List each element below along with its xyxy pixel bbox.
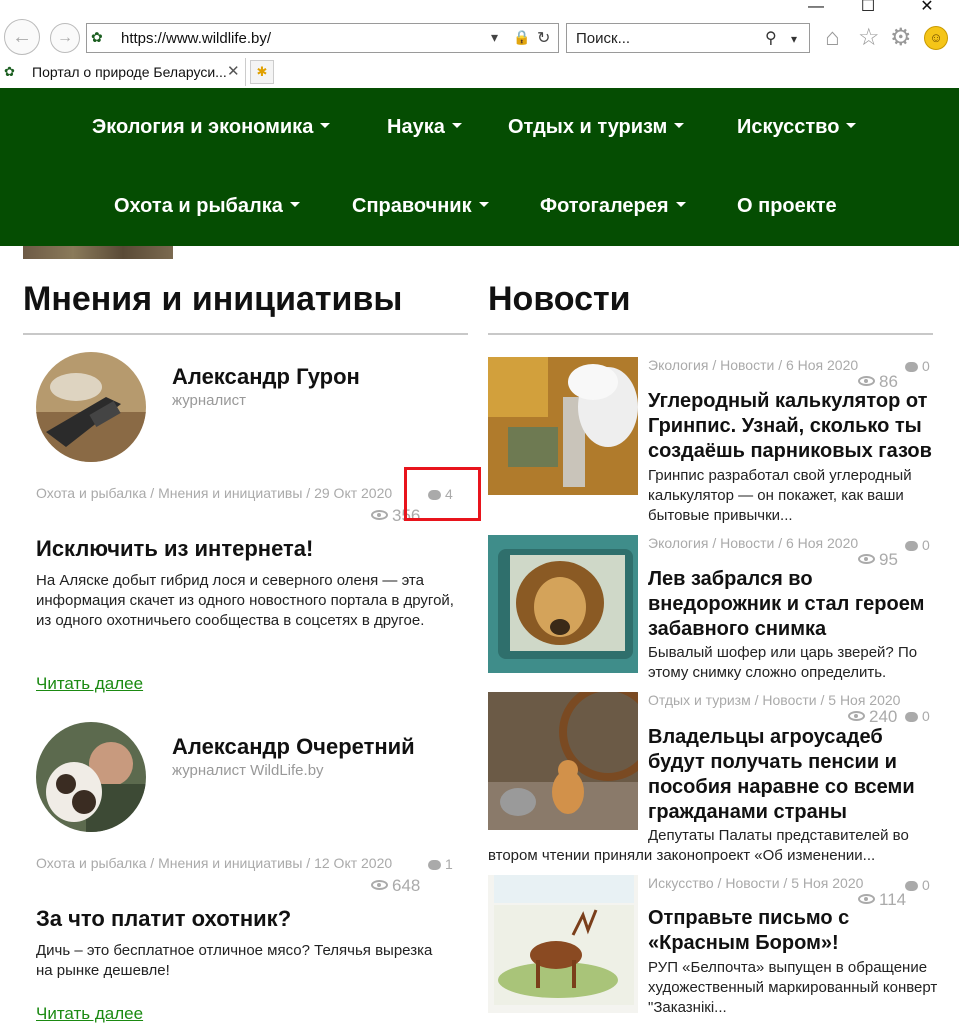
close-window-button[interactable]: ✕ xyxy=(907,0,947,16)
author-name[interactable]: Александр Очеретний xyxy=(172,734,415,760)
site-paw-icon: ✿ xyxy=(91,29,103,45)
menu-item-about[interactable]: О проекте xyxy=(737,195,837,218)
back-button[interactable]: ← xyxy=(4,19,40,55)
new-tab-button[interactable]: ✱ xyxy=(250,60,274,84)
comment-icon xyxy=(905,362,918,372)
view-count: 648 xyxy=(371,876,420,896)
avatar[interactable] xyxy=(36,722,146,832)
comment-count[interactable]: 0 xyxy=(905,877,930,893)
comment-count[interactable]: 0 xyxy=(905,537,930,553)
gear-icon[interactable]: ⚙ xyxy=(890,25,912,51)
menu-item-art[interactable]: Искусство xyxy=(737,116,857,139)
news-meta[interactable]: Отдых и туризм / Новости / 5 Ноя 2020 xyxy=(648,692,900,708)
eye-icon xyxy=(858,554,875,564)
author-name[interactable]: Александр Гурон xyxy=(172,364,360,390)
home-icon[interactable]: ⌂ xyxy=(825,25,840,51)
menu-item-hunting[interactable]: Охота и рыбалка xyxy=(114,195,300,218)
caret-down-icon xyxy=(289,202,300,208)
read-more-link[interactable]: Читать далее xyxy=(36,1004,143,1024)
caret-down-icon xyxy=(675,202,686,208)
eye-icon xyxy=(858,894,875,904)
opinions-divider xyxy=(23,333,468,335)
post-title[interactable]: Исключить из интернета! xyxy=(36,536,313,562)
opinions-title: Мнения и инициативы xyxy=(23,280,403,318)
caret-down-icon xyxy=(674,123,685,129)
highlight-box xyxy=(404,467,481,521)
arrow-right-icon: → xyxy=(57,29,73,46)
post-excerpt: На Аляске добыт гибрид лося и северного … xyxy=(36,572,454,629)
browser-toolbar: — ☐ ✕ ← → ✿ https://www.wildlife.by/ ▾ 🔒… xyxy=(0,0,959,60)
comment-icon xyxy=(905,541,918,551)
address-bar[interactable]: ✿ https://www.wildlife.by/ ▾ 🔒 ↻ xyxy=(86,23,559,53)
comment-icon xyxy=(905,881,918,891)
previous-image-fragment xyxy=(23,246,173,259)
close-tab-icon[interactable]: ✕ xyxy=(227,62,240,80)
news-excerpt: Гринпис разработал свой углеродный кальк… xyxy=(648,467,912,524)
caret-down-icon xyxy=(451,123,462,129)
comment-count[interactable]: 0 xyxy=(905,708,930,724)
arrow-left-icon: ← xyxy=(12,25,32,48)
main-menu: Экология и экономика Наука Отдых и туриз… xyxy=(0,88,959,246)
news-divider xyxy=(488,333,933,335)
menu-item-ecology[interactable]: Экология и экономика xyxy=(92,116,331,139)
eye-icon xyxy=(858,376,875,386)
caret-down-icon xyxy=(846,123,857,129)
author-role: журналист xyxy=(172,392,247,409)
menu-item-gallery[interactable]: Фотогалерея xyxy=(540,195,686,218)
news-title-link[interactable]: Углеродный калькулятор от Гринпис. Узнай… xyxy=(648,389,938,464)
comment-icon xyxy=(905,712,918,722)
author-role: журналист WildLife.by xyxy=(172,762,324,779)
refresh-icon[interactable]: ↻ xyxy=(537,28,550,48)
post-meta[interactable]: Охота и рыбалка / Мнения и инициативы / … xyxy=(36,855,392,871)
post-meta[interactable]: Охота и рыбалка / Мнения и инициативы / … xyxy=(36,485,392,501)
post-excerpt: Дичь – это бесплатное отличное мясо? Тел… xyxy=(36,942,433,979)
menu-item-science[interactable]: Наука xyxy=(387,116,462,139)
news-excerpt: Депутаты Палаты представителей во втором… xyxy=(488,827,909,864)
feedback-smiley-icon[interactable]: ☺ xyxy=(924,26,948,50)
news-title-link[interactable]: Владельцы агроусадеб будут получать пенс… xyxy=(648,725,938,825)
news-meta[interactable]: Экология / Новости / 6 Ноя 2020 xyxy=(648,357,858,373)
menu-item-tourism[interactable]: Отдых и туризм xyxy=(508,116,685,139)
menu-item-reference[interactable]: Справочник xyxy=(352,195,489,218)
news-excerpt: Бывалый шофер или царь зверей? По этому … xyxy=(648,644,918,681)
maximize-button[interactable]: ☐ xyxy=(848,0,888,16)
news-meta[interactable]: Искусство / Новости / 5 Ноя 2020 xyxy=(648,875,863,891)
caret-down-icon xyxy=(320,123,331,129)
tab-bar: ✿ Портал о природе Беларуси... ✕ ✱ xyxy=(0,58,959,88)
news-title-link[interactable]: Лев забрался во внедорожник и стал герое… xyxy=(648,567,938,642)
comment-icon xyxy=(428,860,441,870)
dropdown-icon[interactable]: ▾ xyxy=(491,29,498,46)
news-excerpt: РУП «Белпочта» выпущен в обращение худож… xyxy=(648,959,938,1016)
search-input[interactable]: Поиск... xyxy=(576,30,630,47)
search-icon[interactable]: ⚲ xyxy=(765,28,777,48)
news-title-link[interactable]: Отправьте письмо с «Красным Бором»! xyxy=(648,906,938,956)
view-count: 240 xyxy=(848,707,897,727)
lock-icon[interactable]: 🔒 xyxy=(513,29,530,46)
read-more-link[interactable]: Читать далее xyxy=(36,674,143,694)
tab-title: Портал о природе Беларуси... xyxy=(32,64,227,80)
news-meta[interactable]: Экология / Новости / 6 Ноя 2020 xyxy=(648,535,858,551)
news-thumbnail[interactable] xyxy=(488,692,638,830)
comment-count[interactable]: 1 xyxy=(428,856,453,872)
address-url[interactable]: https://www.wildlife.by/ xyxy=(121,30,271,47)
comment-count[interactable]: 0 xyxy=(905,358,930,374)
minimize-button[interactable]: — xyxy=(796,0,836,16)
forward-button[interactable]: → xyxy=(50,23,80,53)
search-box[interactable]: Поиск... ⚲ ▾ xyxy=(566,23,810,53)
tab-active[interactable]: ✿ Портал о природе Беларуси... ✕ xyxy=(0,58,246,86)
eye-icon xyxy=(848,711,865,721)
search-dropdown-icon[interactable]: ▾ xyxy=(791,32,797,46)
news-thumbnail[interactable] xyxy=(488,535,638,673)
eye-icon xyxy=(371,880,388,890)
site-paw-icon: ✿ xyxy=(4,64,15,79)
news-title: Новости xyxy=(488,280,631,318)
post-title[interactable]: За что платит охотник? xyxy=(36,906,291,932)
new-tab-icon: ✱ xyxy=(256,64,268,79)
eye-icon xyxy=(371,510,388,520)
news-thumbnail[interactable] xyxy=(488,357,638,495)
star-icon[interactable]: ☆ xyxy=(858,25,880,51)
news-thumbnail[interactable] xyxy=(488,875,638,1013)
caret-down-icon xyxy=(478,202,489,208)
avatar[interactable] xyxy=(36,352,146,462)
